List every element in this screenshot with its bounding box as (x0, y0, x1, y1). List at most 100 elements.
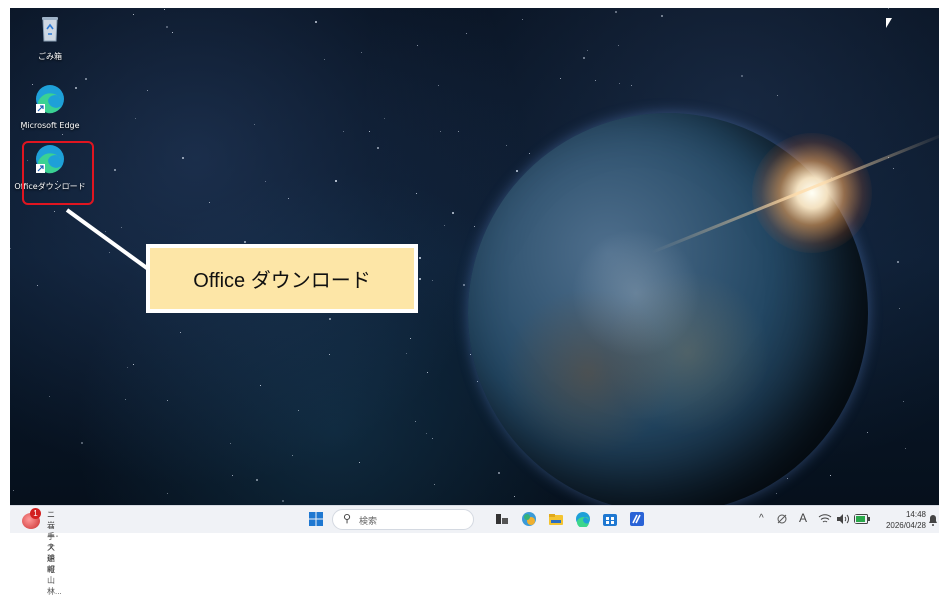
tray-chevron-icon[interactable]: ^ (759, 513, 764, 524)
star (54, 211, 55, 212)
star (583, 57, 585, 59)
star (777, 95, 778, 96)
star (452, 212, 454, 214)
battery-icon[interactable] (854, 514, 870, 524)
task-view-icon[interactable] (494, 511, 510, 527)
star (587, 50, 588, 51)
star (905, 448, 906, 449)
clock-date: 2026/04/28 (885, 521, 926, 530)
desktop-icon-recycle-bin[interactable]: ごみ箱 (14, 12, 86, 62)
star (897, 261, 899, 263)
star (498, 472, 500, 474)
edge-icon (36, 85, 64, 114)
star (256, 479, 258, 481)
microsoft-edge-label: Microsoft Edge (20, 121, 80, 130)
star (125, 399, 126, 400)
network-off-icon[interactable] (776, 513, 788, 525)
star (172, 32, 173, 33)
star (147, 90, 148, 91)
star (463, 284, 465, 286)
recycle-bin-icon (42, 17, 58, 42)
star (10, 248, 11, 249)
star (434, 484, 435, 485)
search-box[interactable]: ⚲ 検索 (332, 509, 474, 530)
star (615, 11, 617, 13)
star (292, 455, 293, 456)
volume-icon[interactable] (836, 513, 850, 525)
star (329, 354, 330, 355)
star (133, 364, 134, 365)
store-icon[interactable] (602, 511, 618, 527)
star (444, 225, 445, 226)
star (361, 52, 362, 53)
file-explorer-icon[interactable] (548, 511, 564, 527)
star (164, 9, 165, 10)
star (167, 493, 168, 494)
star (377, 147, 379, 149)
star (232, 475, 233, 476)
star (121, 227, 122, 228)
star (466, 33, 467, 34)
desktop-icon-microsoft-edge[interactable]: Microsoft Edge (14, 82, 86, 130)
star (419, 257, 421, 259)
notification-bell-icon[interactable] (928, 514, 938, 526)
star (458, 131, 459, 132)
star (260, 385, 261, 386)
star (506, 145, 507, 146)
mouse-cursor-icon (886, 18, 892, 28)
star (903, 401, 904, 402)
edge-icon[interactable] (575, 511, 591, 527)
star (661, 15, 663, 17)
star (417, 45, 418, 46)
star (741, 75, 743, 77)
star (410, 338, 411, 339)
clock[interactable]: 14:48 2026/04/28 (876, 509, 926, 531)
star (427, 372, 428, 373)
desktop[interactable]: ごみ箱 Microsoft Edge Officeダウンロード Office ダ… (10, 8, 939, 505)
star (105, 231, 106, 232)
screen: ごみ箱 Microsoft Edge Officeダウンロード Office ダ… (0, 0, 939, 596)
star (595, 80, 596, 81)
star (343, 131, 344, 132)
star (516, 170, 518, 172)
star (384, 118, 385, 119)
star (167, 400, 168, 401)
star (522, 19, 523, 20)
search-icon: ⚲ (343, 513, 352, 525)
star (560, 78, 561, 79)
star (127, 367, 128, 368)
search-placeholder: 検索 (359, 516, 378, 526)
clock-time: 14:48 (905, 510, 926, 519)
star (529, 153, 530, 154)
star (244, 241, 246, 243)
wifi-icon[interactable] (818, 513, 832, 525)
star (209, 202, 210, 203)
star (470, 354, 471, 355)
star (37, 285, 38, 286)
star (893, 168, 894, 169)
star (438, 85, 439, 86)
star (335, 180, 337, 182)
star (419, 278, 421, 280)
star (899, 308, 900, 309)
news-subtitle: 岩手･大船町山林... (47, 521, 62, 596)
star (114, 169, 116, 171)
star (416, 193, 417, 194)
star (359, 462, 360, 463)
star (282, 500, 284, 502)
star (109, 252, 110, 253)
star (867, 432, 868, 433)
star (474, 226, 475, 227)
star (787, 478, 788, 479)
star (81, 442, 83, 444)
recycle-bin-label: ごみ箱 (38, 52, 62, 61)
app-icon[interactable] (629, 511, 645, 527)
star (415, 421, 416, 422)
news-badge: 1 (30, 508, 41, 519)
star (133, 14, 134, 15)
star (329, 318, 331, 320)
start-icon[interactable] (308, 511, 324, 527)
copilot-icon[interactable] (521, 511, 537, 527)
ime-indicator[interactable]: A (799, 511, 807, 525)
star (49, 396, 50, 397)
